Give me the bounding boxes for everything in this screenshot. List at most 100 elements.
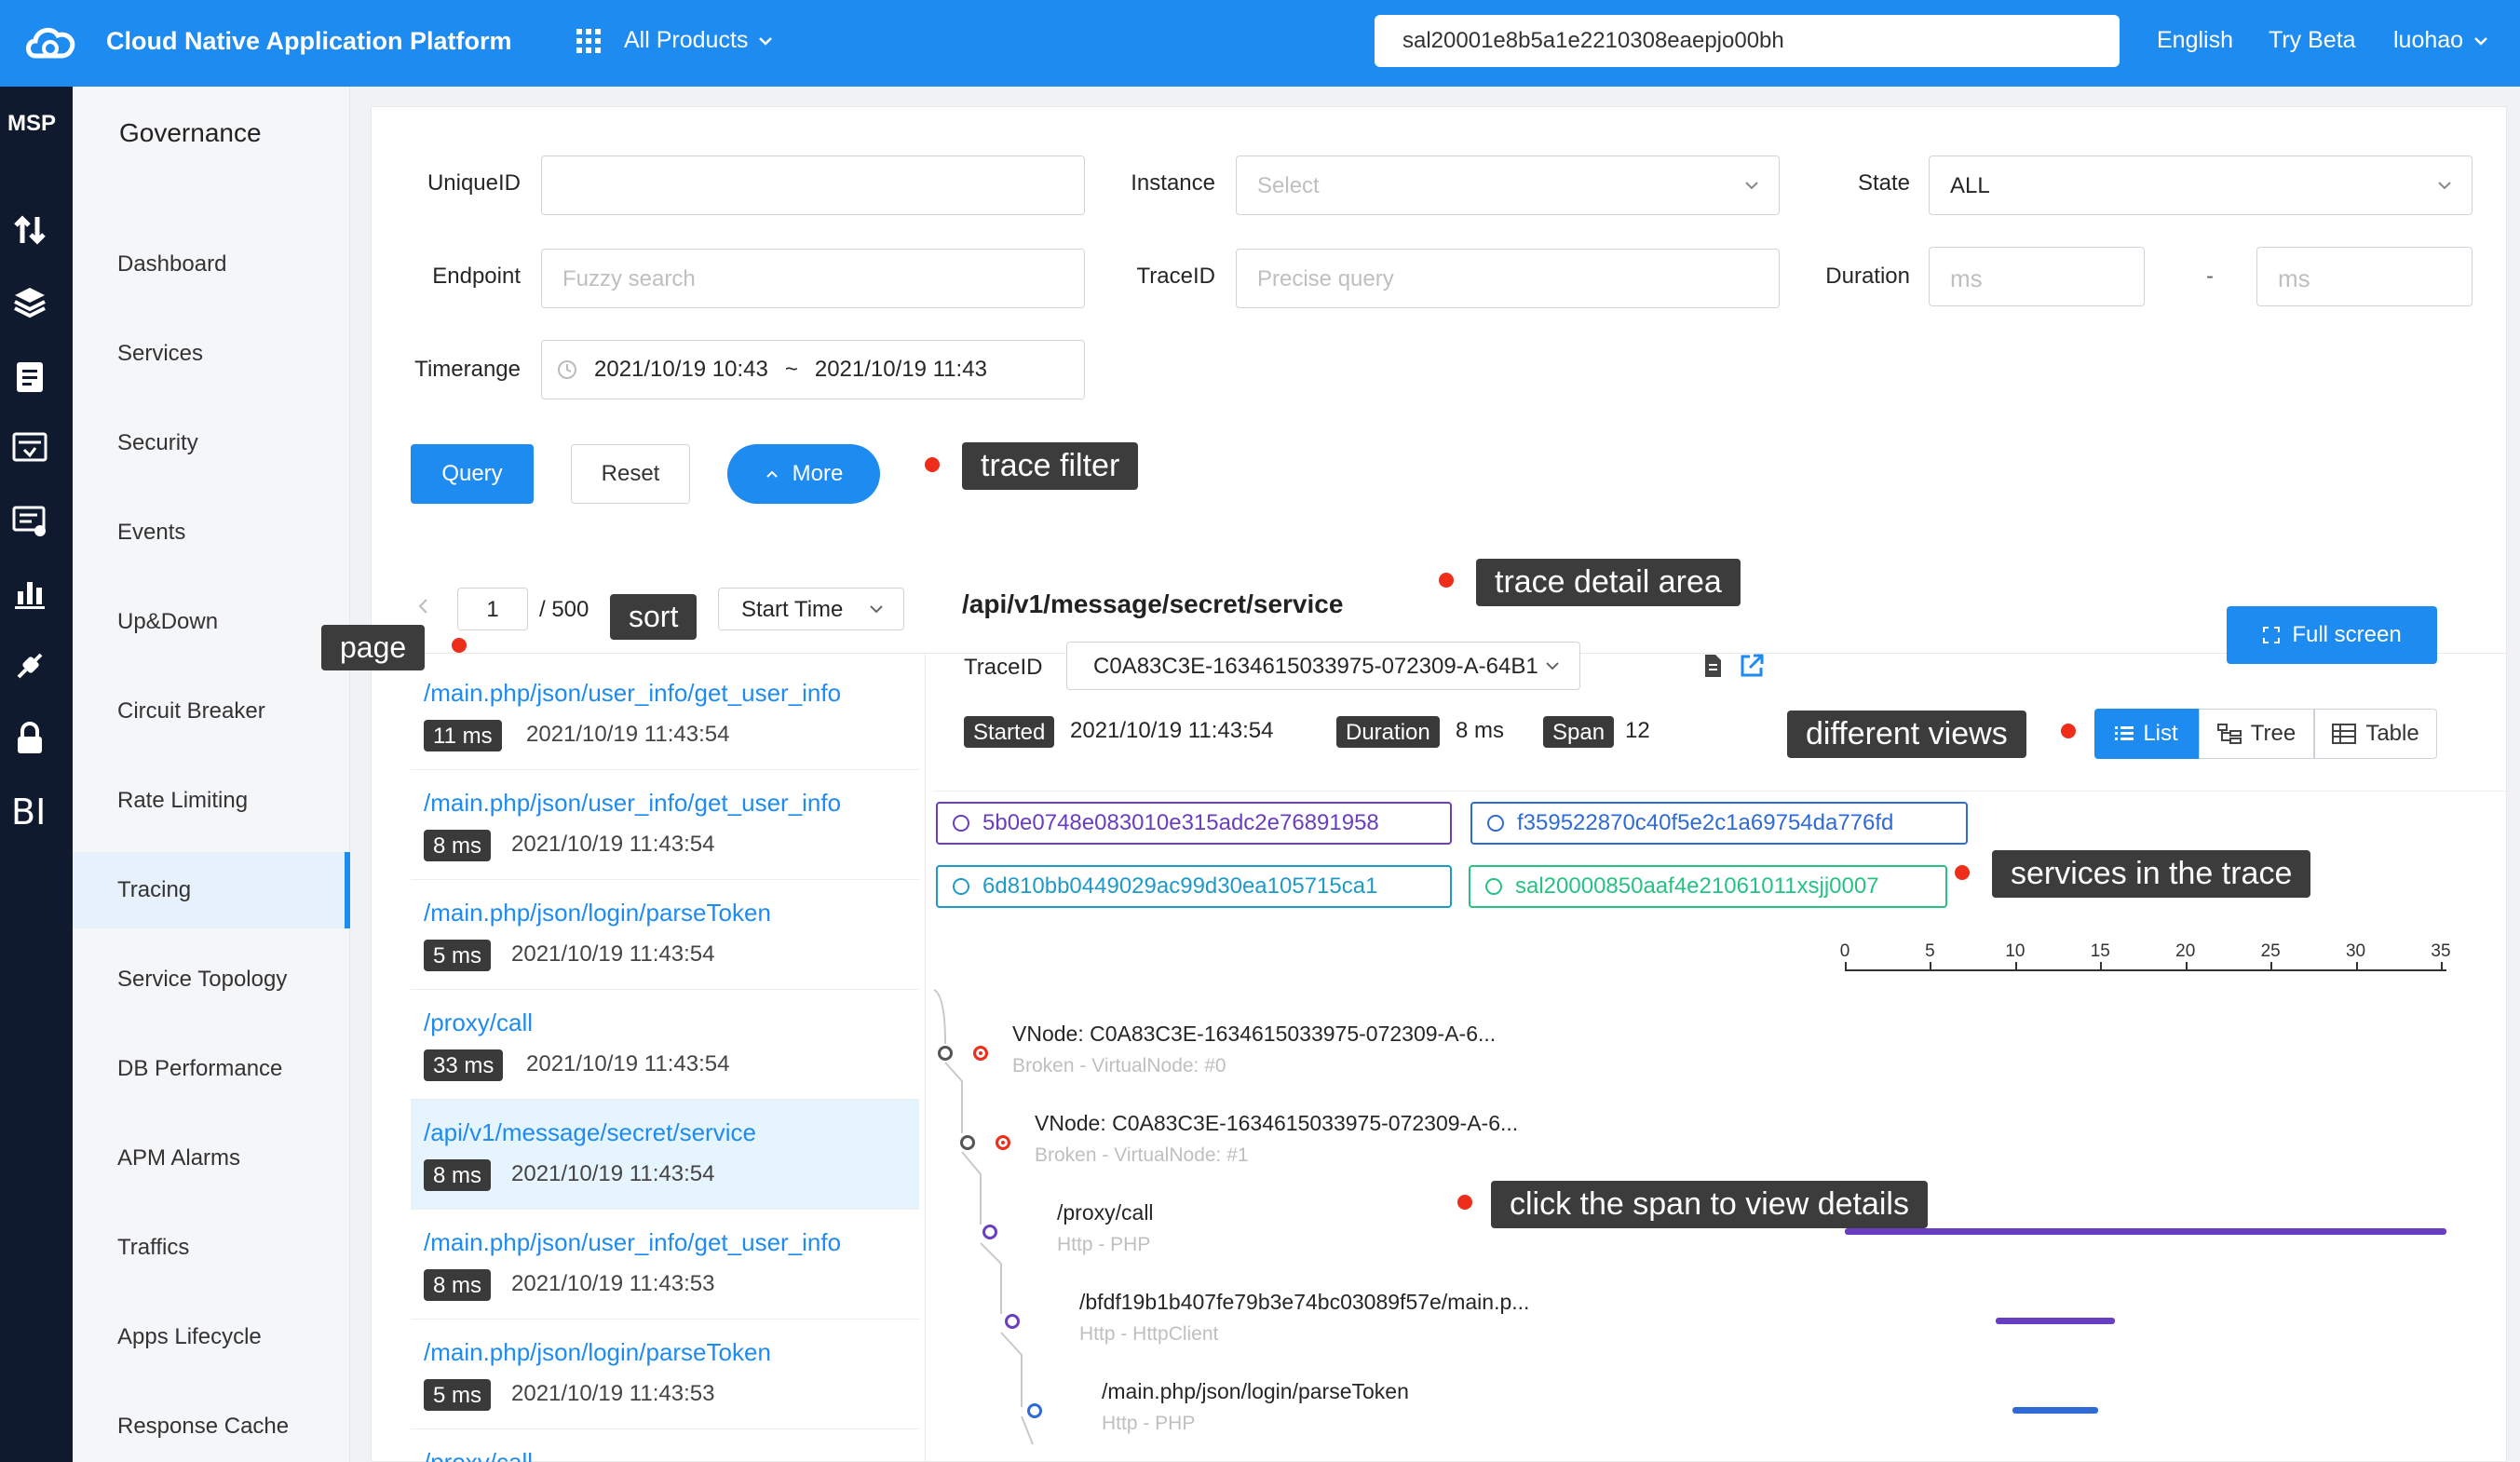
- span-name[interactable]: /bfdf19b1b407fe79b3e74bc03089f57e/main.p…: [1079, 1290, 1529, 1315]
- span-name[interactable]: /main.php/json/login/parseToken: [1102, 1379, 1409, 1404]
- more-label: More: [792, 461, 844, 486]
- time-separator: ~: [784, 357, 798, 382]
- span-duration-bar[interactable]: [2012, 1407, 2098, 1414]
- span-node: [982, 1225, 997, 1239]
- user-menu[interactable]: luohao: [2393, 27, 2489, 54]
- span-name[interactable]: VNode: C0A83C3E-1634615033975-072309-A-6…: [1012, 1022, 1496, 1047]
- nav-item-rate-limiting[interactable]: Rate Limiting: [73, 763, 350, 839]
- duration-tag: Duration: [1336, 716, 1440, 748]
- duration-min-input[interactable]: ms: [1929, 247, 2145, 306]
- circle-icon: [1487, 815, 1504, 832]
- span-error-node: [996, 1135, 1010, 1150]
- query-button[interactable]: Query: [411, 444, 534, 504]
- full-screen-button[interactable]: Full screen: [2227, 606, 2437, 664]
- layers-icon[interactable]: [11, 284, 48, 321]
- span-duration-bar[interactable]: [1845, 1228, 2446, 1235]
- detail-divider: [934, 791, 2508, 792]
- nav-item-service-topology[interactable]: Service Topology: [73, 941, 350, 1018]
- annotation-trace-detail: trace detail area: [1476, 559, 1741, 606]
- span-node: [1005, 1314, 1020, 1329]
- trace-list-item[interactable]: /proxy/call 33 ms 2021/10/19 11:43:54: [411, 990, 919, 1100]
- plug-icon[interactable]: [11, 647, 48, 684]
- view-tree-button[interactable]: Tree: [2199, 709, 2314, 759]
- nav-item-up-down[interactable]: Up&Down: [73, 584, 350, 660]
- try-beta-link[interactable]: Try Beta: [2269, 27, 2356, 54]
- chevron-up-icon: [765, 470, 778, 478]
- trace-list-item-selected[interactable]: /api/v1/message/secret/service 8 ms 2021…: [411, 1100, 919, 1210]
- span-subtitle: Http - HttpClient: [1079, 1323, 1219, 1345]
- axis-tick-label: 35: [2431, 941, 2451, 961]
- trace-endpoint: /main.php/json/login/parseToken: [424, 1338, 771, 1366]
- cloud-logo-icon[interactable]: [22, 20, 80, 65]
- span-name[interactable]: VNode: C0A83C3E-1634615033975-072309-A-6…: [1035, 1111, 1518, 1136]
- trace-list-item[interactable]: /main.php/json/login/parseToken 5 ms 202…: [411, 880, 919, 990]
- nav-item-security[interactable]: Security: [73, 405, 350, 481]
- sort-select[interactable]: Start Time: [718, 588, 904, 630]
- duration-max-input[interactable]: ms: [2256, 247, 2473, 306]
- state-select[interactable]: ALL: [1929, 156, 2473, 215]
- annotation-dot: [452, 638, 467, 653]
- all-products-dropdown[interactable]: All Products: [624, 27, 774, 54]
- duration-separator: -: [2206, 264, 2214, 289]
- trace-list-item[interactable]: /main.php/json/user_info/get_user_info 1…: [411, 660, 919, 770]
- trace-endpoint: /api/v1/message/secret/service: [424, 1118, 756, 1146]
- trace-list-item[interactable]: /main.php/json/login/parseToken 5 ms 202…: [411, 1320, 919, 1429]
- page-number-input[interactable]: 1: [457, 588, 528, 630]
- trace-id-label: TraceID: [964, 655, 1043, 680]
- span-error-node: [973, 1046, 988, 1061]
- reset-button[interactable]: Reset: [571, 444, 690, 504]
- service-tag[interactable]: f359522870c40f5e2c1a69754da776fd: [1470, 802, 1968, 845]
- view-table-button[interactable]: Table: [2314, 709, 2437, 759]
- span-subtitle: Http - PHP: [1057, 1234, 1151, 1255]
- nav-item-services[interactable]: Services: [73, 316, 350, 392]
- external-link-icon[interactable]: [1739, 653, 1765, 679]
- trace-id-select[interactable]: C0A83C3E-1634615033975-072309-A-64B1: [1066, 642, 1580, 690]
- trace-list-item[interactable]: /proxy/call: [411, 1429, 919, 1462]
- monitor-icon[interactable]: [11, 429, 48, 467]
- nav-item-tracing[interactable]: Tracing: [73, 852, 350, 928]
- endpoint-input[interactable]: Fuzzy search: [541, 249, 1085, 308]
- bar-chart-icon[interactable]: [11, 575, 48, 612]
- main-panel: UniqueID Instance Select State ALL Endpo…: [321, 106, 2508, 1462]
- service-tag[interactable]: 5b0e0748e083010e315adc2e76891958: [936, 802, 1452, 845]
- service-tag[interactable]: sal20000850aaf4e21061011xsjj0007: [1469, 865, 1947, 908]
- time-end: 2021/10/19 11:43: [814, 357, 987, 382]
- full-screen-label: Full screen: [2292, 622, 2402, 647]
- axis-tick-mark: [2185, 962, 2188, 971]
- more-button[interactable]: More: [727, 444, 880, 504]
- view-list-button[interactable]: List: [2094, 709, 2199, 759]
- trace-list-item[interactable]: /main.php/json/user_info/get_user_info 8…: [411, 1210, 919, 1320]
- service-tag[interactable]: 6d810bb0449029ac99d30ea105715ca1: [936, 865, 1452, 908]
- view-tree-label: Tree: [2250, 721, 2296, 746]
- grid-menu-icon[interactable]: [576, 28, 602, 54]
- bi-icon[interactable]: BI: [11, 792, 48, 830]
- lock-icon[interactable]: [11, 720, 48, 757]
- transfer-icon[interactable]: [11, 211, 48, 249]
- user-name: luohao: [2393, 27, 2464, 53]
- duration-badge: 8 ms: [424, 830, 492, 861]
- log-icon[interactable]: [11, 502, 48, 539]
- trace-list-item[interactable]: /main.php/json/user_info/get_user_info 8…: [411, 770, 919, 880]
- tree-icon: [2216, 724, 2242, 744]
- global-search-input[interactable]: sal20001e8b5a1e2210308eaepjo00bh: [1375, 15, 2120, 67]
- clipboard-icon[interactable]: [11, 357, 48, 394]
- trace-id-input[interactable]: Precise query: [1236, 249, 1780, 308]
- duration-label: Duration: [1825, 264, 1910, 289]
- nav-item-apps-lifecycle[interactable]: Apps Lifecycle: [73, 1299, 350, 1375]
- nav-item-circuit-breaker[interactable]: Circuit Breaker: [73, 673, 350, 750]
- span-name[interactable]: /proxy/call: [1057, 1200, 1154, 1225]
- state-value: ALL: [1950, 173, 1990, 198]
- language-switch[interactable]: English: [2157, 27, 2233, 54]
- instance-select[interactable]: Select: [1236, 156, 1780, 215]
- span-duration-bar[interactable]: [1996, 1318, 2115, 1324]
- unique-id-input[interactable]: [541, 156, 1085, 215]
- timerange-picker[interactable]: 2021/10/19 10:43 ~ 2021/10/19 11:43: [541, 340, 1085, 399]
- nav-item-db-performance[interactable]: DB Performance: [73, 1031, 350, 1107]
- copy-icon[interactable]: [1701, 653, 1724, 679]
- nav-item-traffics[interactable]: Traffics: [73, 1210, 350, 1286]
- nav-item-response-cache[interactable]: Response Cache: [73, 1388, 350, 1462]
- nav-item-apm-alarms[interactable]: APM Alarms: [73, 1120, 350, 1197]
- nav-item-dashboard[interactable]: Dashboard: [73, 226, 350, 303]
- nav-item-events[interactable]: Events: [73, 494, 350, 571]
- prev-page-icon[interactable]: [416, 597, 431, 616]
